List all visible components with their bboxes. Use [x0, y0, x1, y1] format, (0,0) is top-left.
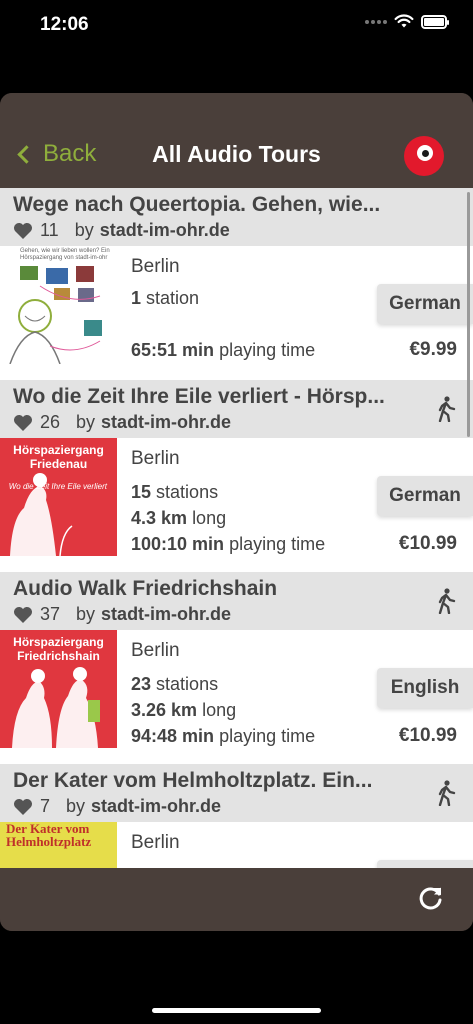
- tour-stations: 23 stations: [131, 674, 219, 694]
- tour-body[interactable]: Der Kater vom Helmholtzplatz Berlin: [0, 822, 473, 868]
- tour-city: Berlin: [131, 256, 180, 277]
- heart-icon: [14, 798, 32, 815]
- tour-stations: 15 stations: [131, 482, 219, 502]
- tour-title: Wo die Zeit Ihre Eile verliert - Hörsp..…: [13, 385, 385, 408]
- status-bar: 12:06: [0, 0, 473, 50]
- tour-header[interactable]: Audio Walk Friedrichshain 37 by stadt-im…: [0, 572, 473, 630]
- tour-item[interactable]: Der Kater vom Helmholtzplatz. Ein... 7 b…: [0, 764, 473, 868]
- navigation-bar: Back All Audio Tours: [0, 93, 473, 188]
- price-label[interactable]: €9.99: [409, 339, 457, 361]
- app-window: Back All Audio Tours Wege nach Queertopi…: [0, 93, 473, 931]
- author-link[interactable]: stadt-im-ohr.de: [101, 604, 231, 625]
- tour-duration: 65:51 min playing time: [131, 340, 316, 360]
- author-link[interactable]: stadt-im-ohr.de: [101, 412, 231, 433]
- refresh-icon[interactable]: [417, 884, 445, 912]
- tour-title: Audio Walk Friedrichshain: [13, 577, 278, 600]
- likes-count: 37: [40, 604, 61, 624]
- likes-count: 11: [40, 220, 59, 240]
- language-badge: German: [377, 284, 473, 324]
- thumb-caption: Gehen, wie wir lieben wollen? Ein Hörspa…: [20, 248, 110, 261]
- language-badge: [377, 860, 473, 868]
- home-indicator[interactable]: [152, 1008, 321, 1013]
- heart-icon: [14, 414, 32, 431]
- tour-city: Berlin: [131, 640, 180, 661]
- tour-thumbnail: Der Kater vom Helmholtzplatz: [0, 822, 117, 868]
- likes-count: 7: [40, 796, 51, 816]
- tour-list[interactable]: Wege nach Queertopia. Gehen, wie... 11 b…: [0, 188, 473, 868]
- tour-distance: 3.26 km long: [131, 700, 237, 720]
- status-icons: [365, 14, 449, 29]
- signal-icon: [365, 19, 387, 24]
- tour-meta: 7 by stadt-im-ohr.de: [13, 796, 221, 817]
- author-link[interactable]: stadt-im-ohr.de: [100, 220, 230, 241]
- tour-stations: 1 station: [131, 288, 200, 308]
- tour-body[interactable]: Hörspaziergang Friedrichshain Berlin 23 …: [0, 630, 473, 750]
- language-badge: German: [377, 476, 473, 516]
- tour-meta: 26 by stadt-im-ohr.de: [13, 412, 231, 433]
- battery-icon: [421, 14, 449, 29]
- tour-body[interactable]: Hörspaziergang Friedenau Wo die Zeit Ihr…: [0, 438, 473, 558]
- heart-icon: [14, 606, 32, 623]
- scrollbar[interactable]: [467, 192, 470, 437]
- tour-city: Berlin: [131, 448, 180, 469]
- tour-header[interactable]: Wo die Zeit Ihre Eile verliert - Hörsp..…: [0, 380, 473, 438]
- price-label[interactable]: €10.99: [399, 725, 457, 747]
- by-label: by: [66, 796, 86, 816]
- author-link[interactable]: stadt-im-ohr.de: [91, 796, 221, 817]
- tour-item[interactable]: Audio Walk Friedrichshain 37 by stadt-im…: [0, 572, 473, 764]
- tour-item[interactable]: Wege nach Queertopia. Gehen, wie... 11 b…: [0, 188, 473, 380]
- walking-icon: [438, 396, 456, 422]
- tour-thumbnail: Hörspaziergang Friedenau Wo die Zeit Ihr…: [0, 438, 117, 556]
- by-label: by: [76, 604, 96, 624]
- tour-duration: 94:48 min playing time: [131, 726, 316, 746]
- tour-header[interactable]: Der Kater vom Helmholtzplatz. Ein... 7 b…: [0, 764, 473, 822]
- wifi-icon: [394, 14, 414, 28]
- tour-title: Wege nach Queertopia. Gehen, wie...: [13, 193, 381, 216]
- tour-distance: 4.3 km long: [131, 508, 227, 528]
- walking-icon: [438, 588, 456, 614]
- tour-thumbnail: Hörspaziergang Friedrichshain: [0, 630, 117, 748]
- tour-meta: 37 by stadt-im-ohr.de: [13, 604, 231, 625]
- thumb-caption: Der Kater vom Helmholtzplatz: [6, 822, 92, 849]
- heart-icon: [14, 222, 32, 239]
- by-label: by: [74, 220, 94, 240]
- tour-thumbnail: Gehen, wie wir lieben wollen? Ein Hörspa…: [0, 246, 117, 364]
- tour-title: Der Kater vom Helmholtzplatz. Ein...: [13, 769, 373, 792]
- tour-header[interactable]: Wege nach Queertopia. Gehen, wie... 11 b…: [0, 188, 473, 246]
- price-label[interactable]: €10.99: [399, 533, 457, 555]
- tour-body[interactable]: Gehen, wie wir lieben wollen? Ein Hörspa…: [0, 246, 473, 366]
- ear-logo-icon[interactable]: [404, 136, 444, 176]
- likes-count: 26: [40, 412, 61, 432]
- tour-meta: 11 by stadt-im-ohr.de: [13, 220, 230, 241]
- by-label: by: [76, 412, 96, 432]
- status-time: 12:06: [40, 14, 89, 35]
- tour-item[interactable]: Wo die Zeit Ihre Eile verliert - Hörsp..…: [0, 380, 473, 572]
- page-title: All Audio Tours: [152, 141, 321, 167]
- bottom-toolbar: [0, 868, 473, 931]
- walking-icon: [438, 780, 456, 806]
- tour-duration: 100:10 min playing time: [131, 534, 326, 554]
- language-badge: English: [377, 668, 473, 708]
- tour-city: Berlin: [131, 832, 180, 853]
